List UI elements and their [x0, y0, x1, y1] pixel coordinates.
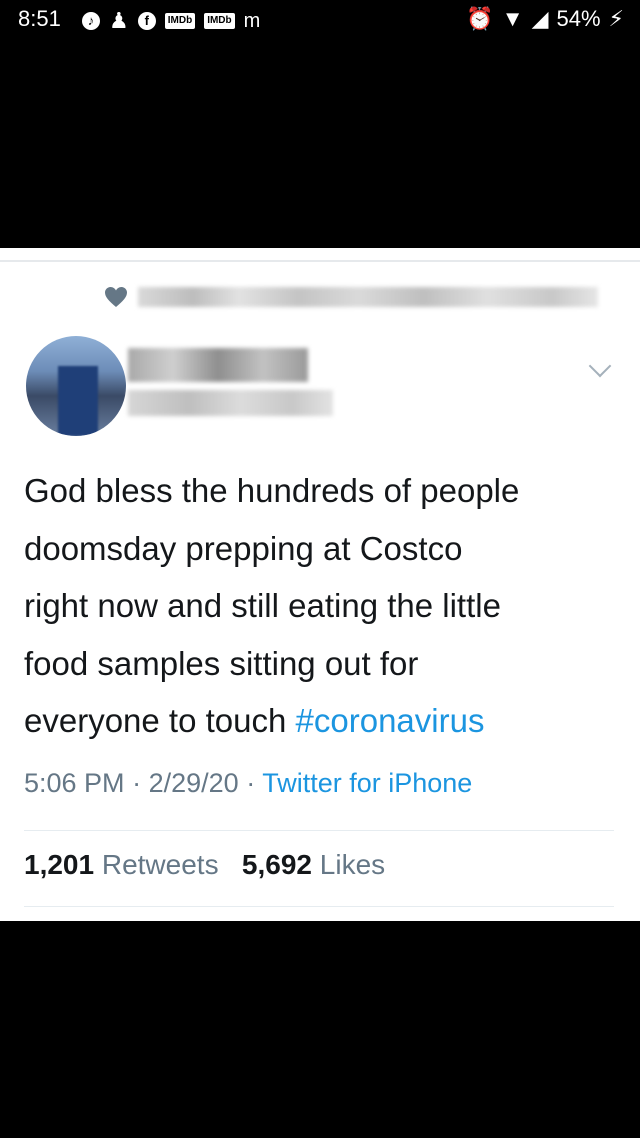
tweet-meta: 5:06 PM · 2/29/20 · Twitter for iPhone	[24, 768, 472, 799]
tweet-stats: 1,201 Retweets 5,692 Likes	[24, 849, 385, 881]
facebook-icon: f	[137, 12, 156, 30]
avatar-redacted	[58, 366, 98, 436]
tweet-text: God bless the hundreds of people doomsda…	[24, 462, 624, 750]
status-time: 8:51	[18, 6, 61, 31]
chevron-down-icon[interactable]	[588, 354, 612, 378]
divider-bottom	[24, 906, 614, 907]
tweet-time: 5:06 PM	[24, 768, 125, 798]
notification-icons: ♪ ♟ f IMDb IMDb m	[82, 8, 260, 34]
status-right: ⏰ ▼ ◢ 54% ⚡	[466, 6, 624, 32]
battery-level: 54%	[556, 6, 601, 31]
mcdonalds-icon: m	[243, 10, 261, 32]
tweet-date: 2/29/20	[148, 768, 239, 798]
display-name-redacted[interactable]	[128, 348, 308, 382]
username-redacted[interactable]	[128, 390, 333, 416]
likes-stat[interactable]: 5,692 Likes	[242, 849, 385, 880]
imdb-icon-2: IMDb	[204, 13, 235, 29]
meta-separator: ·	[132, 768, 149, 798]
avatar[interactable]	[26, 336, 126, 436]
wifi-icon: ▼	[501, 6, 524, 31]
notification-app-icon: ♪	[82, 12, 100, 30]
tweet-card: God bless the hundreds of people doomsda…	[0, 248, 640, 921]
card-top-divider	[0, 260, 640, 262]
status-bar: 8:51 ♪ ♟ f IMDb IMDb m ⏰ ▼ ◢ 54% ⚡	[0, 0, 640, 40]
hashtag-link[interactable]: #coronavirus	[296, 702, 485, 739]
signal-icon: ◢	[531, 6, 549, 31]
liked-by-text-redacted	[138, 287, 598, 307]
tweet-source-link[interactable]: Twitter for iPhone	[262, 768, 472, 798]
likes-count: 5,692	[241, 849, 312, 880]
meta-separator-2: ·	[246, 768, 263, 798]
imdb-icon: IMDb	[164, 13, 196, 29]
snapchat-icon: ♟	[109, 8, 129, 33]
heart-icon	[105, 287, 127, 307]
alarm-icon: ⏰	[466, 6, 494, 31]
retweets-stat[interactable]: 1,201 Retweets	[24, 849, 219, 880]
retweets-label: Retweets	[101, 849, 219, 880]
liked-by-row	[104, 286, 598, 308]
battery-charging-icon: ⚡	[608, 6, 624, 31]
retweets-count: 1,201	[24, 849, 95, 880]
divider	[24, 830, 614, 831]
likes-label: Likes	[319, 849, 386, 880]
tweet-body: God bless the hundreds of people doomsda…	[24, 472, 520, 739]
